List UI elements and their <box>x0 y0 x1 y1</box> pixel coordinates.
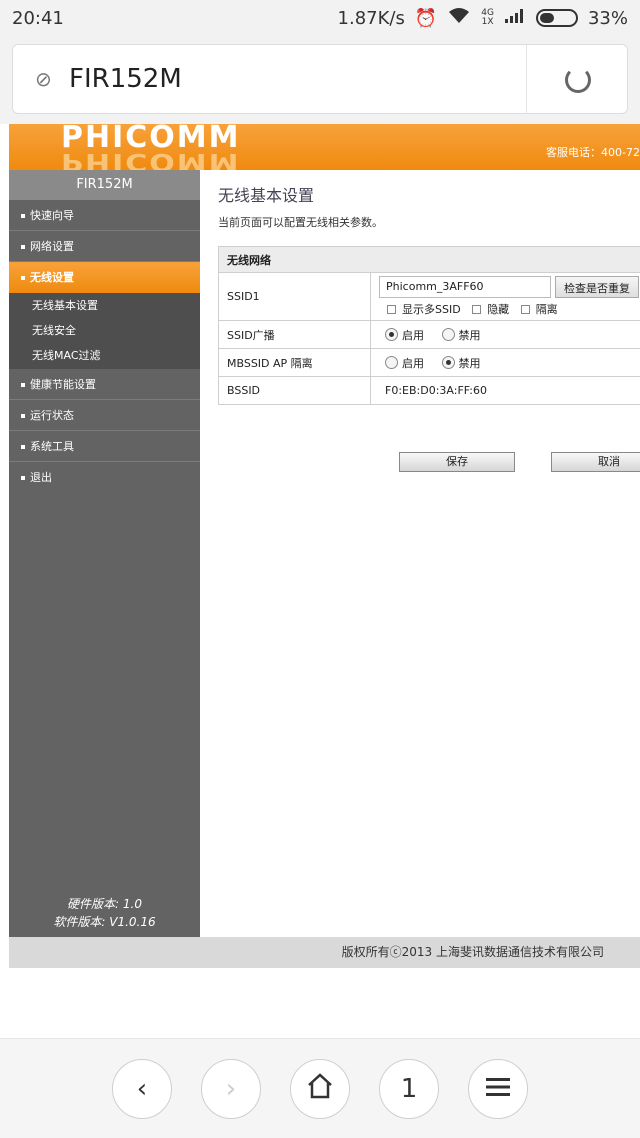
forward-button[interactable]: › <box>201 1059 261 1119</box>
sidebar-item-label: 快速向导 <box>30 209 74 222</box>
home-button[interactable] <box>290 1059 350 1119</box>
sidebar-title: FIR152M <box>9 170 200 200</box>
ssid1-cell: Phicomm_3AFF60 检查是否重复 显示多SSID 隐藏 隔离 <box>370 272 640 321</box>
bullet-icon <box>21 445 25 449</box>
network-speed: 1.87K/s <box>337 7 405 29</box>
battery-icon <box>535 9 578 27</box>
signal-bars-icon <box>504 8 526 29</box>
save-button[interactable]: 保存 <box>399 452 515 472</box>
web-page: PHICOMM PHICOMM 客服电话：400-72 FIR152M 快速向导… <box>0 124 640 1038</box>
tabs-count: 1 <box>400 1074 418 1104</box>
page-title: 无线基本设置 <box>218 186 315 205</box>
broadcast-disable-radio[interactable] <box>441 328 455 341</box>
sidebar-item-wireless[interactable]: 无线设置 <box>9 262 200 293</box>
bullet-icon <box>21 476 25 480</box>
bullet-icon <box>21 414 25 418</box>
software-version: 软件版本: V1.0.16 <box>53 915 156 929</box>
sidebar-item-label: 退出 <box>30 471 52 484</box>
isolate-checkbox[interactable] <box>520 304 530 314</box>
mbssid-disable-label: 禁用 <box>458 356 481 370</box>
show-multi-ssid-label: 显示多SSID <box>402 303 461 316</box>
network-type-label-2: 1X <box>481 17 494 27</box>
ssid1-input[interactable]: Phicomm_3AFF60 <box>379 276 551 298</box>
sidebar-item-energy[interactable]: 健康节能设置 <box>9 369 200 400</box>
mbssid-label: MBSSID AP 隔离 <box>218 348 371 377</box>
browser-bottom-nav: ‹ › 1 <box>0 1038 640 1138</box>
bssid-value: F0:EB:D0:3A:FF:60 <box>370 376 640 405</box>
wifi-icon <box>447 7 471 30</box>
main-content: 无线基本设置 当前页面可以配置无线相关参数。 无线网络 SSID1 Phicom… <box>200 170 640 937</box>
address-bar[interactable]: ⊘ FIR152M <box>12 44 628 114</box>
hide-ssid-checkbox[interactable] <box>472 304 482 314</box>
broadcast-label: SSID广播 <box>218 320 371 349</box>
hotline-text: 客服电话：400-72 <box>546 146 640 159</box>
broadcast-enable-label: 启用 <box>402 328 424 342</box>
sidebar-item-logout[interactable]: 退出 <box>9 462 200 493</box>
sidebar-subitem-wireless-security[interactable]: 无线安全 <box>9 318 200 343</box>
router-header: PHICOMM PHICOMM 客服电话：400-72 <box>9 124 640 176</box>
cancel-button[interactable]: 取消 <box>551 452 640 472</box>
bullet-icon <box>21 383 25 387</box>
isolate-label: 隔离 <box>535 303 558 316</box>
hide-ssid-label: 隐藏 <box>487 303 510 316</box>
status-bar: 20:41 1.87K/s ⏰ 4G 1X 33% <box>0 0 640 36</box>
address-divider <box>526 45 527 113</box>
sidebar-item-label: 网络设置 <box>30 240 74 253</box>
section-header: 无线网络 <box>218 246 640 273</box>
status-time: 20:41 <box>12 7 64 29</box>
signal-icon: 4G 1X <box>481 9 494 27</box>
sidebar-subitem-wireless-basic[interactable]: 无线基本设置 <box>9 293 200 318</box>
copyright-footer: 版权所有ⓒ2013 上海斐讯数据通信技术有限公司 <box>9 937 640 968</box>
mbssid-enable-radio[interactable] <box>385 356 398 369</box>
sidebar-item-status[interactable]: 运行状态 <box>9 400 200 431</box>
bullet-icon <box>21 245 25 249</box>
version-info: 硬件版本: 1.0 软件版本: V1.0.16 <box>9 895 200 931</box>
table-row-ssid1: SSID1 Phicomm_3AFF60 检查是否重复 显示多SSID 隐藏 隔离 <box>218 272 640 321</box>
table-row-broadcast: SSID广播 启用 禁用 <box>218 320 640 349</box>
home-icon <box>306 1072 334 1106</box>
bssid-label: BSSID <box>218 376 371 405</box>
mbssid-disable-radio[interactable] <box>441 356 455 369</box>
globe-icon: ⊘ <box>35 67 52 91</box>
menu-button[interactable] <box>468 1059 528 1119</box>
sidebar-item-label: 系统工具 <box>30 440 74 453</box>
alarm-icon: ⏰ <box>414 7 438 29</box>
ssid1-label: SSID1 <box>218 272 371 321</box>
back-button[interactable]: ‹ <box>112 1059 172 1119</box>
reload-icon[interactable] <box>565 67 591 93</box>
sidebar-subitem-mac-filter[interactable]: 无线MAC过滤 <box>9 343 200 369</box>
broadcast-enable-radio[interactable] <box>385 328 398 341</box>
mbssid-enable-label: 启用 <box>402 356 424 370</box>
sidebar-item-label: 运行状态 <box>30 409 74 422</box>
chevron-right-icon: › <box>225 1074 237 1104</box>
broadcast-cell: 启用 禁用 <box>370 320 640 349</box>
show-multi-ssid-checkbox[interactable] <box>387 304 396 314</box>
mbssid-cell: 启用 禁用 <box>370 348 640 377</box>
page-description: 当前页面可以配置无线相关参数。 <box>218 216 383 229</box>
hardware-version: 硬件版本: 1.0 <box>67 897 142 911</box>
sidebar-item-network[interactable]: 网络设置 <box>9 231 200 262</box>
sidebar-item-tools[interactable]: 系统工具 <box>9 431 200 462</box>
table-header-row: 无线网络 <box>218 246 640 273</box>
broadcast-disable-label: 禁用 <box>458 328 481 342</box>
table-row-bssid: BSSID F0:EB:D0:3A:FF:60 <box>218 376 640 405</box>
bullet-icon <box>21 276 25 280</box>
sidebar-item-label: 健康节能设置 <box>30 378 96 391</box>
sidebar: FIR152M 快速向导 网络设置 无线设置 无线基本设置 无线安全 无线MAC… <box>9 170 200 937</box>
chevron-left-icon: ‹ <box>136 1074 148 1104</box>
table-row-mbssid: MBSSID AP 隔离 启用 禁用 <box>218 348 640 377</box>
bullet-icon <box>21 214 25 218</box>
address-url[interactable]: FIR152M <box>69 64 182 94</box>
status-right: 1.87K/s ⏰ 4G 1X 33% <box>338 7 628 30</box>
tabs-button[interactable]: 1 <box>379 1059 439 1119</box>
browser-toolbar: ⊘ FIR152M <box>0 36 640 124</box>
menu-icon <box>485 1074 511 1104</box>
sidebar-item-quick-wizard[interactable]: 快速向导 <box>9 200 200 231</box>
battery-level: 33% <box>587 7 628 29</box>
wireless-settings-table: 无线网络 SSID1 Phicomm_3AFF60 检查是否重复 显示多SSID … <box>218 246 640 405</box>
check-duplicate-button[interactable]: 检查是否重复 <box>555 276 639 298</box>
sidebar-item-label: 无线设置 <box>30 271 74 284</box>
